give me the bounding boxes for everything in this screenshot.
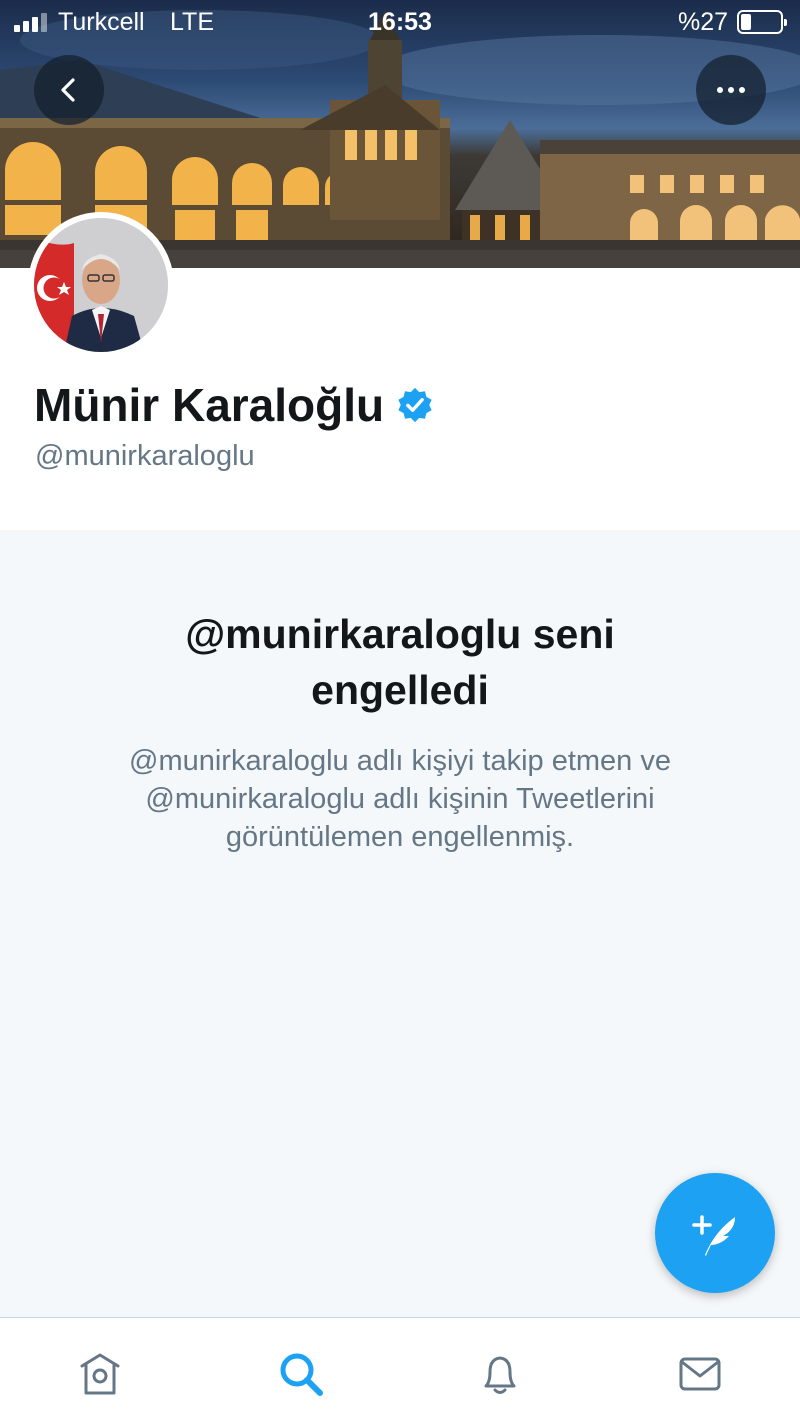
profile-display-name: Münir Karaloğlu — [34, 379, 385, 431]
tab-search[interactable] — [273, 1346, 329, 1402]
avatar-photo — [34, 218, 168, 352]
blocked-description: @munirkaraloglu adlı kişiyi takip etmen … — [129, 745, 671, 853]
back-button[interactable] — [34, 55, 104, 125]
home-icon — [80, 1353, 120, 1395]
chevron-left-icon — [61, 78, 75, 102]
bell-icon — [484, 1356, 516, 1394]
tab-home[interactable] — [72, 1346, 128, 1402]
tab-messages[interactable] — [672, 1346, 728, 1402]
battery-percentage: %27 — [678, 8, 729, 36]
status-bar: Turkcell LTE 16:53 %27 — [0, 0, 800, 44]
tab-notifications[interactable] — [472, 1346, 528, 1402]
battery-icon — [737, 10, 787, 34]
compose-tweet-button[interactable] — [655, 1173, 775, 1293]
profile-avatar[interactable] — [28, 212, 174, 358]
mail-icon — [679, 1357, 721, 1391]
profile-screen: Turkcell LTE 16:53 %27 Münir Karaloğlu @… — [0, 0, 800, 1423]
compose-tweet-icon — [692, 1215, 735, 1256]
bottom-tab-bar — [0, 1317, 800, 1423]
more-options-button[interactable] — [696, 55, 766, 125]
profile-handle: @munirkaraloglu — [35, 440, 255, 472]
blocked-title: @munirkaraloglu seni engelledi — [185, 611, 615, 713]
verified-badge-icon — [398, 387, 432, 423]
search-icon — [280, 1353, 323, 1396]
more-horizontal-icon — [717, 87, 745, 93]
